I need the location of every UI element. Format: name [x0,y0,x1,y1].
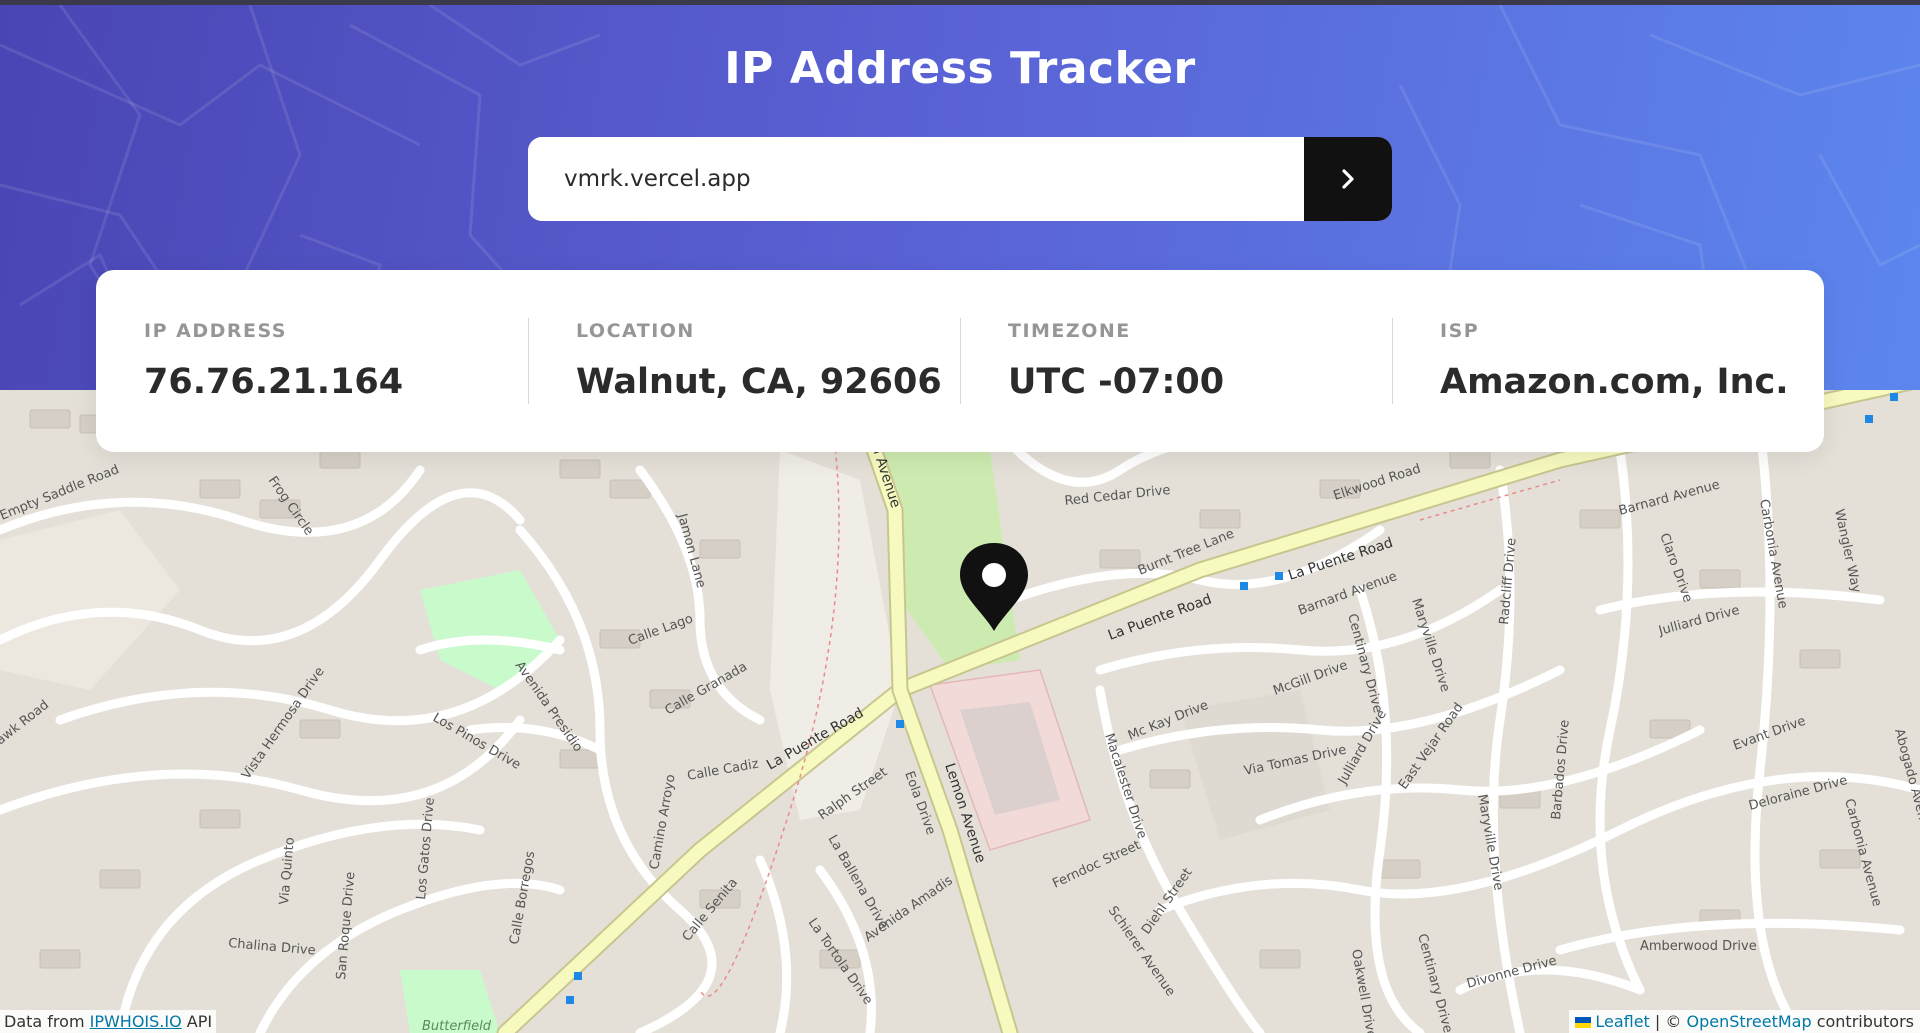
ip-address-label: IP ADDRESS [144,320,287,342]
location-section: LOCATION Walnut, CA, 92606 [528,270,960,452]
park-label-butterfield: Butterfield [422,1019,492,1033]
map-tiles[interactable]: La Puente Road La Puente Road La Puente … [0,390,1920,1033]
leaflet-link[interactable]: Leaflet [1595,1012,1649,1031]
map-attribution: Leaflet | © OpenStreetMap contributors [1569,1010,1920,1033]
data-attribution: Data from IPWHOIS.IO API [0,1010,217,1033]
map-view[interactable]: La Puente Road La Puente Road La Puente … [0,390,1920,1033]
isp-label: ISP [1440,320,1480,342]
attribution-separator: | © [1649,1012,1687,1031]
location-label: LOCATION [576,320,695,342]
ip-search-input[interactable] [528,137,1304,221]
page-title: IP Address Tracker [724,43,1196,94]
attribution-suffix: API [181,1012,213,1031]
search-submit-button[interactable] [1304,137,1392,221]
attribution-prefix: Data from [4,1012,90,1031]
browser-top-edge [0,0,1920,5]
attribution-osm-suffix: contributors [1811,1012,1914,1031]
ukraine-flag-icon [1575,1017,1592,1028]
search-bar [528,137,1392,221]
osm-link[interactable]: OpenStreetMap [1686,1012,1811,1031]
timezone-value: UTC -07:00 [1008,362,1225,402]
ip-address-value: 76.76.21.164 [144,362,404,402]
ipwhois-link[interactable]: IPWHOIS.IO [90,1012,182,1031]
road-label-amberwood: Amberwood Drive [1640,939,1757,954]
location-value: Walnut, CA, 92606 [576,362,942,402]
timezone-label: TIMEZONE [1008,320,1131,342]
ip-info-card: IP ADDRESS 76.76.21.164 LOCATION Walnut,… [96,270,1824,452]
chevron-right-icon [1342,169,1354,189]
ip-address-section: IP ADDRESS 76.76.21.164 [96,270,528,452]
isp-section: ISP Amazon.com, Inc. [1392,270,1824,452]
timezone-section: TIMEZONE UTC -07:00 [960,270,1392,452]
isp-value: Amazon.com, Inc. [1440,362,1789,402]
